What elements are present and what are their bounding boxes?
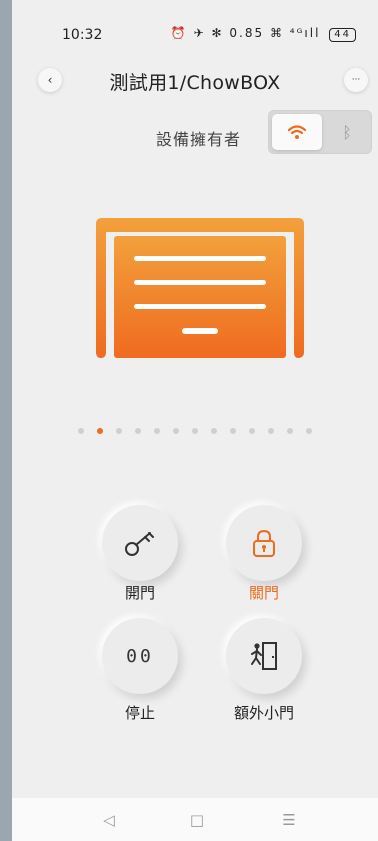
stop-button[interactable]: 00 (102, 618, 178, 694)
status-icons-text: ⏰ ✈ ✻ 0.85 ⌘ ⁴ᴳıll (170, 26, 321, 40)
open-door-button[interactable] (102, 505, 178, 581)
phone-screen: 10:32 ⏰ ✈ ✻ 0.85 ⌘ ⁴ᴳıll 44 ‹ 測試用1/ChowB… (12, 0, 378, 841)
stop-label: 停止 (124, 704, 155, 722)
extra-door-label: 額外小門 (233, 704, 294, 722)
garage-door-illustration (96, 218, 304, 358)
carousel-dot[interactable] (192, 428, 198, 434)
carousel-dot[interactable] (135, 428, 141, 434)
carousel-dot[interactable] (78, 428, 84, 434)
carousel-dot[interactable] (287, 428, 293, 434)
header: ‹ 測試用1/ChowBOX ··· (12, 62, 378, 98)
wifi-icon (287, 125, 307, 139)
more-icon: ··· (351, 75, 361, 85)
carousel-dots[interactable] (78, 428, 328, 438)
bluetooth-option[interactable]: ᛒ (322, 110, 372, 154)
carousel-dot[interactable] (211, 428, 217, 434)
status-icons: ⏰ ✈ ✻ 0.85 ⌘ ⁴ᴳıll 44 (171, 26, 356, 42)
carousel-dot[interactable] (173, 428, 179, 434)
lock-icon (253, 529, 275, 557)
carousel-dot-active[interactable] (97, 428, 103, 434)
carousel-dot[interactable] (306, 428, 312, 434)
system-nav-bar: ◁ □ ☰ (12, 798, 378, 841)
bluetooth-icon: ᛒ (342, 122, 352, 142)
status-time: 10:32 (62, 27, 103, 43)
close-door-label: 關門 (248, 584, 279, 602)
page-title: 測試用1/ChowBOX (109, 72, 281, 94)
extra-door-button[interactable] (226, 618, 302, 694)
nav-back-icon[interactable]: ◁ (94, 810, 124, 830)
close-door-button[interactable] (226, 505, 302, 581)
open-door-label: 開門 (124, 584, 155, 602)
carousel-dot[interactable] (249, 428, 255, 434)
pause-icon: 00 (126, 645, 154, 667)
battery-icon: 44 (329, 28, 356, 42)
nav-menu-icon[interactable]: ☰ (274, 810, 304, 830)
connection-toggle[interactable]: ᛒ (268, 110, 372, 154)
carousel-dot[interactable] (116, 428, 122, 434)
status-bar: 10:32 ⏰ ✈ ✻ 0.85 ⌘ ⁴ᴳıll 44 (12, 0, 378, 64)
key-icon (125, 532, 154, 556)
carousel-dot[interactable] (230, 428, 236, 434)
owner-label: 設備擁有者 (156, 130, 242, 149)
carousel-dot[interactable] (154, 428, 160, 434)
more-button[interactable]: ··· (344, 68, 368, 92)
carousel-dot[interactable] (268, 428, 274, 434)
nav-home-icon[interactable]: □ (182, 810, 212, 830)
wifi-option[interactable] (272, 114, 322, 150)
person-door-icon (251, 642, 277, 670)
